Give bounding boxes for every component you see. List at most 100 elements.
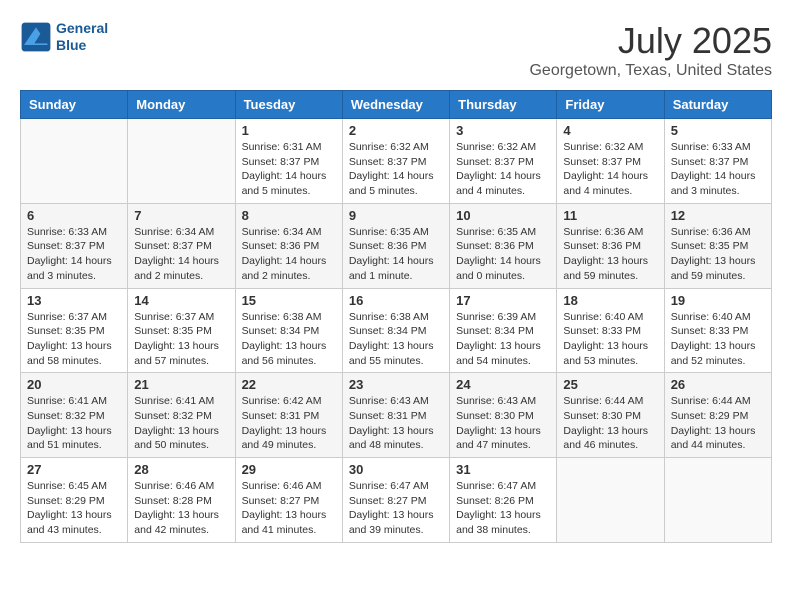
day-cell: 16 Sunrise: 6:38 AM Sunset: 8:34 PM Dayli… — [342, 288, 449, 373]
day-number: 3 — [456, 123, 550, 138]
day-info: Sunrise: 6:42 AM Sunset: 8:31 PM Dayligh… — [242, 394, 336, 453]
day-info: Sunrise: 6:46 AM Sunset: 8:28 PM Dayligh… — [134, 479, 228, 538]
logo-icon — [20, 21, 52, 53]
day-cell: 30Sunrise: 6:47 AM Sunset: 8:27 PM Dayli… — [342, 458, 449, 543]
month-title: July 2025 — [529, 20, 772, 62]
day-cell: 12 Sunrise: 6:36 AM Sunset: 8:35 PM Dayli… — [664, 203, 771, 288]
day-cell — [664, 458, 771, 543]
day-cell — [128, 119, 235, 204]
day-info: Sunrise: 6:32 AM Sunset: 8:37 PM Dayligh… — [456, 140, 550, 199]
day-cell: 19 Sunrise: 6:40 AM Sunset: 8:33 PM Dayli… — [664, 288, 771, 373]
logo-line1: General — [56, 20, 108, 37]
day-number: 10 — [456, 208, 550, 223]
day-number: 20 — [27, 377, 121, 392]
day-number: 9 — [349, 208, 443, 223]
day-number: 31 — [456, 462, 550, 477]
weekday-header-tuesday: Tuesday — [235, 91, 342, 119]
day-info: Sunrise: 6:36 AM Sunset: 8:36 PM Dayligh… — [563, 225, 657, 284]
title-area: July 2025 Georgetown, Texas, United Stat… — [529, 20, 772, 80]
day-cell: 27 Sunrise: 6:45 AM Sunset: 8:29 PM Dayli… — [21, 458, 128, 543]
weekday-header-sunday: Sunday — [21, 91, 128, 119]
day-number: 12 — [671, 208, 765, 223]
week-row-2: 6 Sunrise: 6:33 AM Sunset: 8:37 PM Daylig… — [21, 203, 772, 288]
day-info: Sunrise: 6:36 AM Sunset: 8:35 PM Dayligh… — [671, 225, 765, 284]
day-info: Sunrise: 6:31 AM Sunset: 8:37 PM Dayligh… — [242, 140, 336, 199]
day-info: Sunrise: 6:34 AM Sunset: 8:37 PM Dayligh… — [134, 225, 228, 284]
day-info: Sunrise: 6:37 AM Sunset: 8:35 PM Dayligh… — [134, 310, 228, 369]
day-cell: 5 Sunrise: 6:33 AM Sunset: 8:37 PM Daylig… — [664, 119, 771, 204]
day-info: Sunrise: 6:45 AM Sunset: 8:29 PM Dayligh… — [27, 479, 121, 538]
day-number: 16 — [349, 293, 443, 308]
day-cell: 8 Sunrise: 6:34 AM Sunset: 8:36 PM Daylig… — [235, 203, 342, 288]
day-cell: 6 Sunrise: 6:33 AM Sunset: 8:37 PM Daylig… — [21, 203, 128, 288]
day-number: 7 — [134, 208, 228, 223]
week-row-5: 27 Sunrise: 6:45 AM Sunset: 8:29 PM Dayli… — [21, 458, 772, 543]
day-number: 26 — [671, 377, 765, 392]
day-cell: 13 Sunrise: 6:37 AM Sunset: 8:35 PM Dayli… — [21, 288, 128, 373]
day-cell: 24 Sunrise: 6:43 AM Sunset: 8:30 PM Dayli… — [450, 373, 557, 458]
day-cell: 15 Sunrise: 6:38 AM Sunset: 8:34 PM Dayli… — [235, 288, 342, 373]
week-row-3: 13 Sunrise: 6:37 AM Sunset: 8:35 PM Dayli… — [21, 288, 772, 373]
day-cell — [21, 119, 128, 204]
weekday-header-wednesday: Wednesday — [342, 91, 449, 119]
day-cell: 28Sunrise: 6:46 AM Sunset: 8:28 PM Dayli… — [128, 458, 235, 543]
day-number: 22 — [242, 377, 336, 392]
day-info: Sunrise: 6:37 AM Sunset: 8:35 PM Dayligh… — [27, 310, 121, 369]
day-info: Sunrise: 6:41 AM Sunset: 8:32 PM Dayligh… — [134, 394, 228, 453]
day-number: 24 — [456, 377, 550, 392]
day-info: Sunrise: 6:34 AM Sunset: 8:36 PM Dayligh… — [242, 225, 336, 284]
header: General Blue July 2025 Georgetown, Texas… — [20, 20, 772, 80]
day-number: 8 — [242, 208, 336, 223]
day-number: 4 — [563, 123, 657, 138]
logo-text: General Blue — [56, 20, 108, 54]
day-info: Sunrise: 6:38 AM Sunset: 8:34 PM Dayligh… — [242, 310, 336, 369]
day-info: Sunrise: 6:43 AM Sunset: 8:31 PM Dayligh… — [349, 394, 443, 453]
day-info: Sunrise: 6:46 AM Sunset: 8:27 PM Dayligh… — [242, 479, 336, 538]
weekday-header-monday: Monday — [128, 91, 235, 119]
logo-line2: Blue — [56, 37, 108, 54]
day-number: 15 — [242, 293, 336, 308]
day-number: 5 — [671, 123, 765, 138]
day-number: 21 — [134, 377, 228, 392]
day-cell: 4 Sunrise: 6:32 AM Sunset: 8:37 PM Daylig… — [557, 119, 664, 204]
day-number: 1 — [242, 123, 336, 138]
day-info: Sunrise: 6:32 AM Sunset: 8:37 PM Dayligh… — [563, 140, 657, 199]
location-title: Georgetown, Texas, United States — [529, 62, 772, 80]
weekday-header-row: SundayMondayTuesdayWednesdayThursdayFrid… — [21, 91, 772, 119]
day-number: 23 — [349, 377, 443, 392]
day-number: 25 — [563, 377, 657, 392]
day-number: 13 — [27, 293, 121, 308]
day-info: Sunrise: 6:33 AM Sunset: 8:37 PM Dayligh… — [27, 225, 121, 284]
day-cell: 25 Sunrise: 6:44 AM Sunset: 8:30 PM Dayli… — [557, 373, 664, 458]
day-cell: 29 Sunrise: 6:46 AM Sunset: 8:27 PM Dayli… — [235, 458, 342, 543]
day-info: Sunrise: 6:38 AM Sunset: 8:34 PM Dayligh… — [349, 310, 443, 369]
day-cell: 26Sunrise: 6:44 AM Sunset: 8:29 PM Dayli… — [664, 373, 771, 458]
day-number: 14 — [134, 293, 228, 308]
day-number: 30 — [349, 462, 443, 477]
day-cell: 9 Sunrise: 6:35 AM Sunset: 8:36 PM Daylig… — [342, 203, 449, 288]
day-number: 18 — [563, 293, 657, 308]
day-info: Sunrise: 6:35 AM Sunset: 8:36 PM Dayligh… — [349, 225, 443, 284]
day-number: 19 — [671, 293, 765, 308]
day-number: 6 — [27, 208, 121, 223]
weekday-header-friday: Friday — [557, 91, 664, 119]
day-info: Sunrise: 6:47 AM Sunset: 8:26 PM Dayligh… — [456, 479, 550, 538]
day-info: Sunrise: 6:35 AM Sunset: 8:36 PM Dayligh… — [456, 225, 550, 284]
day-number: 29 — [242, 462, 336, 477]
day-number: 2 — [349, 123, 443, 138]
day-info: Sunrise: 6:40 AM Sunset: 8:33 PM Dayligh… — [671, 310, 765, 369]
logo: General Blue — [20, 20, 108, 54]
day-info: Sunrise: 6:43 AM Sunset: 8:30 PM Dayligh… — [456, 394, 550, 453]
day-info: Sunrise: 6:33 AM Sunset: 8:37 PM Dayligh… — [671, 140, 765, 199]
day-info: Sunrise: 6:44 AM Sunset: 8:30 PM Dayligh… — [563, 394, 657, 453]
day-cell — [557, 458, 664, 543]
day-number: 27 — [27, 462, 121, 477]
day-info: Sunrise: 6:41 AM Sunset: 8:32 PM Dayligh… — [27, 394, 121, 453]
day-info: Sunrise: 6:39 AM Sunset: 8:34 PM Dayligh… — [456, 310, 550, 369]
day-cell: 18Sunrise: 6:40 AM Sunset: 8:33 PM Dayli… — [557, 288, 664, 373]
day-cell: 7 Sunrise: 6:34 AM Sunset: 8:37 PM Daylig… — [128, 203, 235, 288]
calendar: SundayMondayTuesdayWednesdayThursdayFrid… — [20, 90, 772, 543]
day-number: 11 — [563, 208, 657, 223]
day-number: 17 — [456, 293, 550, 308]
day-cell: 10 Sunrise: 6:35 AM Sunset: 8:36 PM Dayli… — [450, 203, 557, 288]
